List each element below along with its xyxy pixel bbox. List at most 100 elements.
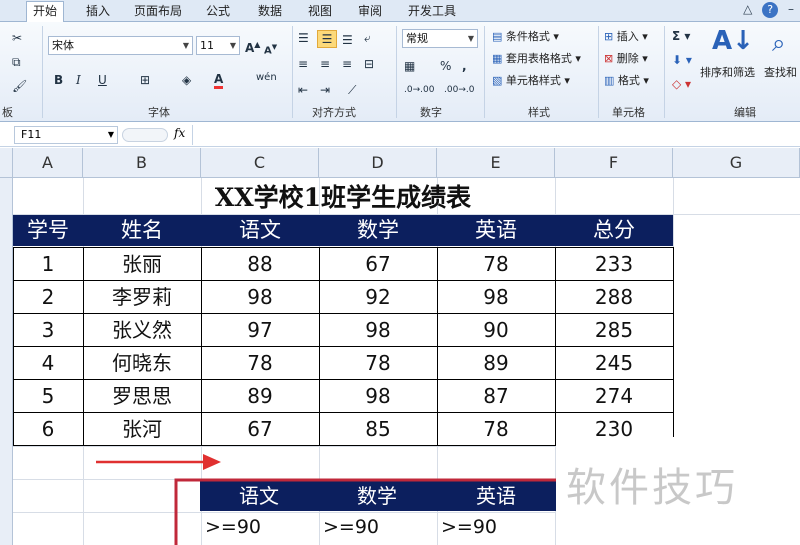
cell-chinese[interactable]: 67	[201, 413, 319, 446]
orientation-icon[interactable]: ⟋	[348, 82, 356, 98]
column-header-d[interactable]: D	[319, 148, 437, 178]
format-painter-icon[interactable]: 🖌	[12, 78, 27, 94]
fill-icon[interactable]: ⬇ ▾	[672, 52, 692, 68]
align-center-icon[interactable]: ≡	[320, 56, 330, 72]
cell-name[interactable]: 罗思思	[83, 380, 201, 413]
decrease-decimal-icon[interactable]: .00→.0	[444, 82, 474, 98]
cell-chinese[interactable]: 98	[201, 281, 319, 314]
column-header-e[interactable]: E	[437, 148, 555, 178]
criteria-header-chinese[interactable]: 语文	[200, 481, 318, 511]
cell-math[interactable]: 67	[319, 248, 437, 281]
cut-icon[interactable]: ✂	[12, 30, 22, 46]
help-icon[interactable]: ?	[762, 2, 779, 18]
header-student-id[interactable]: 学号	[13, 215, 83, 246]
cell-name[interactable]: 张义然	[83, 314, 201, 347]
align-middle-icon[interactable]: ☰	[317, 30, 337, 48]
find-select-label[interactable]: 查找和	[764, 64, 797, 82]
format-cells-button[interactable]: ▥ 格式 ▾	[604, 72, 649, 90]
number-format-select[interactable]: 常规 ▼	[402, 29, 478, 48]
name-box[interactable]: F11 ▼	[14, 126, 118, 144]
row-headers[interactable]	[0, 178, 13, 545]
insert-cells-button[interactable]: ⊞ 插入 ▾	[604, 28, 648, 46]
align-right-icon[interactable]: ≡	[342, 56, 352, 72]
cell-name[interactable]: 何晓东	[83, 347, 201, 380]
font-color-icon[interactable]: A	[214, 72, 224, 89]
increase-decimal-icon[interactable]: .0→.00	[404, 82, 434, 98]
cell-total[interactable]: 245	[555, 347, 673, 380]
cell-student-id[interactable]: 3	[13, 314, 83, 347]
cell-total[interactable]: 285	[555, 314, 673, 347]
sort-filter-icon[interactable]: A↓	[712, 26, 754, 56]
decrease-indent-icon[interactable]: ⇤	[298, 82, 308, 98]
cell-name[interactable]: 张丽	[83, 248, 201, 281]
copy-icon[interactable]: ⧉	[12, 54, 21, 70]
cell-student-id[interactable]: 1	[13, 248, 83, 281]
cell-chinese[interactable]: 89	[201, 380, 319, 413]
align-bottom-icon[interactable]: ☰	[342, 32, 353, 48]
tab-review[interactable]: 审阅	[352, 2, 388, 22]
header-total[interactable]: 总分	[555, 215, 673, 246]
column-header-a[interactable]: A	[13, 148, 83, 178]
sheet-title[interactable]: XX学校1班学生成绩表	[13, 182, 673, 214]
tab-view[interactable]: 视图	[302, 2, 338, 22]
header-chinese[interactable]: 语文	[201, 215, 319, 246]
percent-icon[interactable]: %	[440, 58, 451, 74]
select-all-corner[interactable]	[0, 148, 13, 178]
merge-center-icon[interactable]: ⊟	[364, 56, 374, 72]
cell-total[interactable]: 274	[555, 380, 673, 413]
header-name[interactable]: 姓名	[83, 215, 201, 246]
cell-chinese[interactable]: 88	[201, 248, 319, 281]
fill-color-icon[interactable]: ◈	[182, 72, 191, 88]
comma-icon[interactable]: ,	[462, 58, 467, 74]
column-header-g[interactable]: G	[673, 148, 800, 178]
borders-icon[interactable]: ⊞	[140, 72, 150, 88]
cell-math[interactable]: 92	[319, 281, 437, 314]
criteria-english[interactable]: >=90	[437, 512, 555, 542]
tab-page-layout[interactable]: 页面布局	[128, 2, 188, 22]
column-header-f[interactable]: F	[555, 148, 673, 178]
cell-student-id[interactable]: 6	[13, 413, 83, 446]
cell-english[interactable]: 98	[437, 281, 555, 314]
wrap-text-icon[interactable]: ⤶	[364, 30, 371, 46]
header-english[interactable]: 英语	[437, 215, 555, 246]
cell-total[interactable]: 288	[555, 281, 673, 314]
cell-math[interactable]: 78	[319, 347, 437, 380]
cell-english[interactable]: 90	[437, 314, 555, 347]
cell-english[interactable]: 87	[437, 380, 555, 413]
currency-icon[interactable]: ▦	[404, 58, 415, 74]
formula-input[interactable]	[192, 125, 800, 145]
insert-function-icon[interactable]: fx	[174, 126, 185, 140]
minimize-icon[interactable]: –	[788, 2, 794, 16]
cell-english[interactable]: 89	[437, 347, 555, 380]
column-header-b[interactable]: B	[83, 148, 201, 178]
sort-filter-label[interactable]: 排序和筛选	[700, 64, 755, 82]
cell-styles-button[interactable]: ▧ 单元格样式 ▾	[492, 72, 570, 90]
format-as-table-button[interactable]: ▦ 套用表格格式 ▾	[492, 50, 581, 68]
criteria-header-math[interactable]: 数学	[318, 481, 436, 511]
cell-chinese[interactable]: 97	[201, 314, 319, 347]
find-select-icon[interactable]: ⌕	[772, 28, 785, 58]
criteria-header-english[interactable]: 英语	[436, 481, 556, 511]
tab-data[interactable]: 数据	[252, 2, 288, 22]
cell-student-id[interactable]: 5	[13, 380, 83, 413]
column-header-c[interactable]: C	[201, 148, 319, 178]
grow-font-icon[interactable]: A▲	[245, 37, 260, 56]
underline-icon[interactable]: U	[98, 72, 107, 88]
criteria-math[interactable]: >=90	[319, 512, 437, 542]
tab-formulas[interactable]: 公式	[200, 2, 236, 22]
increase-indent-icon[interactable]: ⇥	[320, 82, 330, 98]
conditional-format-button[interactable]: ▤ 条件格式 ▾	[492, 28, 559, 46]
autosum-icon[interactable]: Σ ▾	[672, 28, 690, 44]
cell-chinese[interactable]: 78	[201, 347, 319, 380]
font-name-select[interactable]: 宋体 ▼	[48, 36, 193, 55]
cell-name[interactable]: 张河	[83, 413, 201, 446]
shrink-font-icon[interactable]: A▼	[264, 39, 277, 59]
header-math[interactable]: 数学	[319, 215, 437, 246]
criteria-chinese[interactable]: >=90	[201, 512, 319, 542]
tab-insert[interactable]: 插入	[80, 2, 116, 22]
cell-math[interactable]: 98	[319, 314, 437, 347]
bold-icon[interactable]: B	[54, 72, 63, 88]
cell-student-id[interactable]: 2	[13, 281, 83, 314]
formula-expand-handle[interactable]	[122, 128, 168, 142]
align-top-icon[interactable]: ☰	[298, 30, 309, 46]
